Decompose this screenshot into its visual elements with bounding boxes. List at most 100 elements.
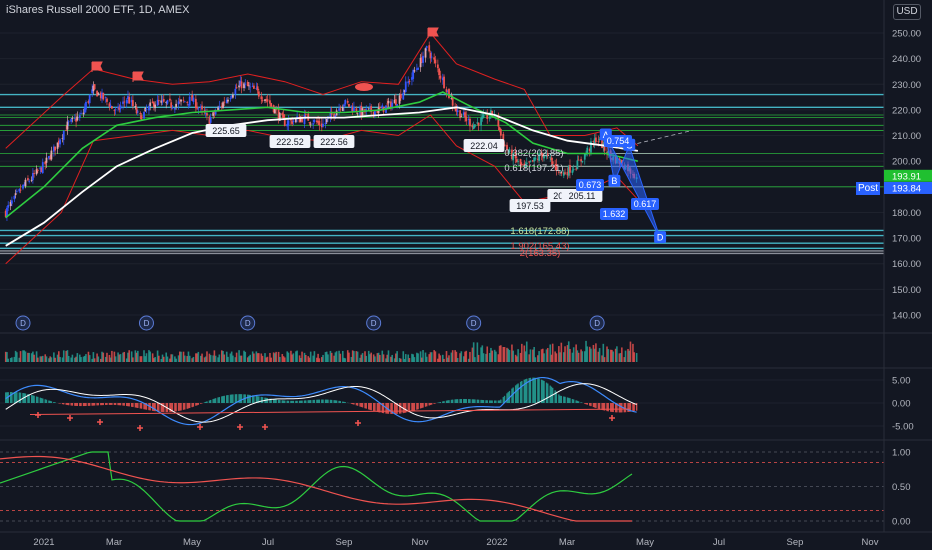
volume-bar [80,357,82,362]
volume-bar [322,354,324,362]
macd-histogram-bar [454,399,456,403]
candle-body [569,165,571,173]
macd-histogram-bar [450,399,453,403]
macd-histogram-bar [575,400,577,403]
macd-histogram-bar [590,403,592,407]
candle-body [404,81,407,92]
volume-bar [206,351,208,362]
candle-body [266,99,269,102]
macd-histogram-bar [214,398,217,403]
price-axis-tick: 240.00 [892,54,921,65]
pattern-point-b[interactable]: B [608,174,621,187]
dividend-marker[interactable]: D [240,315,256,331]
fib-label: 0.618(197.21) [504,163,563,174]
dividend-marker[interactable]: D [138,315,154,331]
ratio-label: 1.632 [603,209,626,219]
macd-histogram-bar [130,403,133,407]
volume-bar [214,355,217,362]
macd-histogram-bar [177,403,180,411]
flag-icon [427,27,439,38]
volume-bar [180,351,182,362]
macd-histogram-bar [480,399,482,403]
macd-histogram-bar [355,403,358,406]
macd-histogram-bar [438,402,440,403]
volume-bar [128,350,130,362]
macd-histogram-bar [75,403,77,406]
macd-histogram-bar [376,403,379,412]
macd-histogram-bar [9,392,12,403]
volume-bar [469,351,471,362]
volume-bar [508,350,511,362]
chart-canvas[interactable]: ABCD 225.65222.52222.56222.04197.53203.2… [0,0,932,550]
volume-bar [253,353,255,362]
candle-body [469,118,471,127]
svg-text:B: B [611,176,617,186]
candle-body [456,110,459,113]
macd-histogram-bar [584,403,586,404]
macd-histogram-bar [540,379,543,403]
candle-body [464,112,466,118]
candle-body [33,172,36,174]
macd-histogram-bar [232,394,234,403]
candle-body [287,120,290,126]
volume-bar [564,346,566,362]
macd-histogram-bar [521,381,523,403]
macd-histogram-bar [430,403,433,405]
macd-histogram-bar [428,403,430,406]
macd-histogram-bar [502,397,505,403]
volume-bar [425,356,428,362]
currency-button[interactable]: USD [893,4,921,20]
candle-body [434,59,437,64]
pattern-point-d[interactable]: D [654,231,667,244]
candle-body [56,142,59,149]
macd-histogram-bar [460,398,463,403]
volume-bar [577,352,580,362]
volume-bar [275,351,277,362]
macd-histogram-bar [87,403,90,406]
macd-histogram-bar [330,399,333,403]
macd-histogram-bar [97,403,100,406]
macd-histogram-bar [598,403,601,410]
macd-histogram-bar [158,403,160,412]
macd-histogram-bar [281,400,283,403]
candle-body [106,98,108,102]
volume-bar [313,351,316,362]
ratio-label: 0.754 [607,136,630,146]
fib-label: 0.382(202.85) [504,148,563,159]
macd-histogram-bar [322,399,324,403]
candle-body [194,98,197,109]
dividend-marker[interactable]: D [466,315,482,331]
dividend-marker[interactable]: D [366,315,382,331]
macd-histogram-bar [197,403,200,405]
candle-body [308,122,311,124]
volume-bar [621,347,623,362]
candle-body [378,106,381,109]
candle-body [162,98,165,102]
candle-body [424,48,427,58]
price-axis-tick: 220.00 [892,105,921,116]
candle-body [581,160,584,163]
volume-bar [50,357,53,362]
macd-histogram-bar [468,399,470,403]
volume-bar [534,357,537,362]
macd-histogram-bar [102,403,104,406]
macd-histogram-bar [493,400,496,403]
volume-bar [572,347,575,362]
macd-histogram-bar [291,400,293,403]
volume-bar [59,357,61,362]
macd-histogram-bar [554,390,556,403]
macd-histogram-bar [495,400,497,403]
dividend-marker[interactable]: D [15,315,31,331]
macd-histogram-bar [447,400,449,403]
macd-histogram-bar [538,378,540,403]
macd-histogram-bar [239,394,242,403]
volume-bar [227,356,229,362]
volume-bar [635,353,638,362]
macd-histogram-bar [74,403,76,406]
symbol-title[interactable]: iShares Russell 2000 ETF, 1D, AMEX [6,4,189,16]
macd-histogram-bar [429,403,432,406]
dividend-marker[interactable]: D [589,315,605,331]
macd-histogram-bar [35,396,38,403]
macd-histogram-bar [506,393,508,403]
volume-bar [517,349,519,362]
